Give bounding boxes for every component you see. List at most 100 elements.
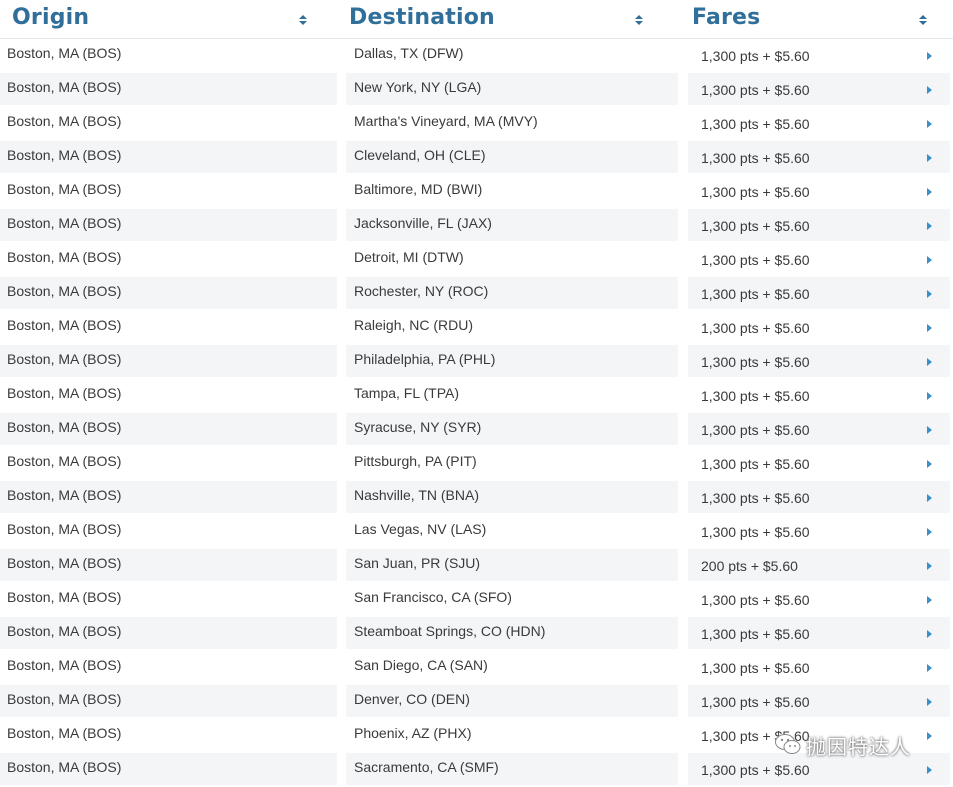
destination-text: Jacksonville, FL (JAX) bbox=[354, 215, 492, 231]
fare-text: 1,300 pts + $5.60 bbox=[701, 150, 810, 166]
chevron-right-icon[interactable] bbox=[927, 562, 932, 570]
fare-text: 1,300 pts + $5.60 bbox=[701, 286, 810, 302]
destination-text: Steamboat Springs, CO (HDN) bbox=[354, 623, 546, 639]
fare-cell[interactable]: 1,300 pts + $5.60 bbox=[688, 413, 950, 445]
fare-cell[interactable]: 1,300 pts + $5.60 bbox=[688, 379, 950, 411]
table-row[interactable]: Boston, MA (BOS) Tampa, FL (TPA) 1,300 pts… bbox=[0, 378, 953, 412]
table-row[interactable]: Boston, MA (BOS) Philadelphia, PA (PHL) 1,… bbox=[0, 344, 953, 378]
destination-text: Rochester, NY (ROC) bbox=[354, 283, 489, 299]
fare-text: 1,300 pts + $5.60 bbox=[701, 456, 810, 472]
table-row[interactable]: Boston, MA (BOS) New York, NY (LGA) 1,300 … bbox=[0, 72, 953, 106]
destination-text: San Francisco, CA (SFO) bbox=[354, 589, 512, 605]
fare-cell[interactable]: 1,300 pts + $5.60 bbox=[688, 685, 950, 717]
origin-cell: Boston, MA (BOS) bbox=[0, 175, 337, 207]
fare-cell[interactable]: 1,300 pts + $5.60 bbox=[688, 73, 950, 105]
origin-text: Boston, MA (BOS) bbox=[7, 181, 122, 197]
fare-cell[interactable]: 1,300 pts + $5.60 bbox=[688, 39, 950, 71]
table-row[interactable]: Boston, MA (BOS) Nashville, TN (BNA) 1,300… bbox=[0, 480, 953, 514]
origin-cell: Boston, MA (BOS) bbox=[0, 549, 337, 581]
table-row[interactable]: Boston, MA (BOS) San Diego, CA (SAN) 1,300… bbox=[0, 650, 953, 684]
table-row[interactable]: Boston, MA (BOS) Sacramento, CA (SMF) 1,30… bbox=[0, 752, 953, 786]
chevron-right-icon[interactable] bbox=[927, 460, 932, 468]
chevron-right-icon[interactable] bbox=[927, 188, 932, 196]
origin-text: Boston, MA (BOS) bbox=[7, 555, 122, 571]
chevron-right-icon[interactable] bbox=[927, 324, 932, 332]
sort-icon[interactable] bbox=[299, 15, 307, 27]
chevron-right-icon[interactable] bbox=[927, 290, 932, 298]
chevron-right-icon[interactable] bbox=[927, 358, 932, 366]
origin-cell: Boston, MA (BOS) bbox=[0, 651, 337, 683]
table-row[interactable]: Boston, MA (BOS) San Juan, PR (SJU) 200 pt… bbox=[0, 548, 953, 582]
table-row[interactable]: Boston, MA (BOS) Phoenix, AZ (PHX) 1,300 p… bbox=[0, 718, 953, 752]
destination-column-header[interactable]: Destination bbox=[346, 0, 678, 38]
destination-text: Dallas, TX (DFW) bbox=[354, 45, 464, 61]
fare-cell[interactable]: 1,300 pts + $5.60 bbox=[688, 243, 950, 275]
table-row[interactable]: Boston, MA (BOS) Las Vegas, NV (LAS) 1,300… bbox=[0, 514, 953, 548]
destination-text: San Juan, PR (SJU) bbox=[354, 555, 481, 571]
fare-text: 1,300 pts + $5.60 bbox=[701, 184, 810, 200]
fare-cell[interactable]: 200 pts + $5.60 bbox=[688, 549, 950, 581]
table-row[interactable]: Boston, MA (BOS) Steamboat Springs, CO (H… bbox=[0, 616, 953, 650]
chevron-right-icon[interactable] bbox=[927, 256, 932, 264]
origin-column-header[interactable]: Origin bbox=[0, 0, 337, 38]
chevron-right-icon[interactable] bbox=[927, 494, 932, 502]
chevron-right-icon[interactable] bbox=[927, 596, 932, 604]
table-row[interactable]: Boston, MA (BOS) San Francisco, CA (SFO) 1… bbox=[0, 582, 953, 616]
fare-text: 1,300 pts + $5.60 bbox=[701, 762, 810, 778]
chevron-right-icon[interactable] bbox=[927, 698, 932, 706]
fare-cell[interactable]: 1,300 pts + $5.60 bbox=[688, 107, 950, 139]
fare-cell[interactable]: 1,300 pts + $5.60 bbox=[688, 141, 950, 173]
destination-cell: Sacramento, CA (SMF) bbox=[346, 753, 678, 785]
chevron-right-icon[interactable] bbox=[927, 664, 932, 672]
fare-cell[interactable]: 1,300 pts + $5.60 bbox=[688, 617, 950, 649]
table-row[interactable]: Boston, MA (BOS) Baltimore, MD (BWI) 1,300… bbox=[0, 174, 953, 208]
origin-cell: Boston, MA (BOS) bbox=[0, 39, 337, 71]
chevron-right-icon[interactable] bbox=[927, 630, 932, 638]
destination-cell: Syracuse, NY (SYR) bbox=[346, 413, 678, 445]
chevron-right-icon[interactable] bbox=[927, 86, 932, 94]
origin-text: Boston, MA (BOS) bbox=[7, 589, 122, 605]
destination-cell: Jacksonville, FL (JAX) bbox=[346, 209, 678, 241]
fare-cell[interactable]: 1,300 pts + $5.60 bbox=[688, 209, 950, 241]
destination-text: Syracuse, NY (SYR) bbox=[354, 419, 482, 435]
chevron-right-icon[interactable] bbox=[927, 222, 932, 230]
fare-cell[interactable]: 1,300 pts + $5.60 bbox=[688, 481, 950, 513]
fare-cell[interactable]: 1,300 pts + $5.60 bbox=[688, 277, 950, 309]
fares-header-label: Fares bbox=[692, 5, 761, 30]
table-row[interactable]: Boston, MA (BOS) Pittsburgh, PA (PIT) 1,30… bbox=[0, 446, 953, 480]
destination-text: Baltimore, MD (BWI) bbox=[354, 181, 483, 197]
chevron-right-icon[interactable] bbox=[927, 426, 932, 434]
table-row[interactable]: Boston, MA (BOS) Rochester, NY (ROC) 1,300… bbox=[0, 276, 953, 310]
chevron-right-icon[interactable] bbox=[927, 52, 932, 60]
table-row[interactable]: Boston, MA (BOS) Raleigh, NC (RDU) 1,300 p… bbox=[0, 310, 953, 344]
chevron-right-icon[interactable] bbox=[927, 392, 932, 400]
fare-cell[interactable]: 1,300 pts + $5.60 bbox=[688, 175, 950, 207]
fare-cell[interactable]: 1,300 pts + $5.60 bbox=[688, 311, 950, 343]
fare-cell[interactable]: 1,300 pts + $5.60 bbox=[688, 719, 950, 751]
fare-cell[interactable]: 1,300 pts + $5.60 bbox=[688, 583, 950, 615]
fare-cell[interactable]: 1,300 pts + $5.60 bbox=[688, 447, 950, 479]
fares-column-header[interactable]: Fares bbox=[688, 0, 950, 38]
chevron-right-icon[interactable] bbox=[927, 766, 932, 774]
table-row[interactable]: Boston, MA (BOS) Martha's Vineyard, MA (M… bbox=[0, 106, 953, 140]
fare-cell[interactable]: 1,300 pts + $5.60 bbox=[688, 753, 950, 785]
table-row[interactable]: Boston, MA (BOS) Jacksonville, FL (JAX) 1,… bbox=[0, 208, 953, 242]
fare-cell[interactable]: 1,300 pts + $5.60 bbox=[688, 345, 950, 377]
fare-cell[interactable]: 1,300 pts + $5.60 bbox=[688, 515, 950, 547]
table-row[interactable]: Boston, MA (BOS) Syracuse, NY (SYR) 1,300 … bbox=[0, 412, 953, 446]
chevron-right-icon[interactable] bbox=[927, 528, 932, 536]
fare-cell[interactable]: 1,300 pts + $5.60 bbox=[688, 651, 950, 683]
fare-text: 1,300 pts + $5.60 bbox=[701, 116, 810, 132]
chevron-right-icon[interactable] bbox=[927, 120, 932, 128]
destination-text: Philadelphia, PA (PHL) bbox=[354, 351, 496, 367]
chevron-right-icon[interactable] bbox=[927, 732, 932, 740]
table-row[interactable]: Boston, MA (BOS) Cleveland, OH (CLE) 1,300… bbox=[0, 140, 953, 174]
table-row[interactable]: Boston, MA (BOS) Dallas, TX (DFW) 1,300 pt… bbox=[0, 38, 953, 72]
table-row[interactable]: Boston, MA (BOS) Detroit, MI (DTW) 1,300 p… bbox=[0, 242, 953, 276]
sort-icon[interactable] bbox=[919, 15, 927, 27]
sort-icon[interactable] bbox=[635, 15, 643, 27]
origin-cell: Boston, MA (BOS) bbox=[0, 447, 337, 479]
table-row[interactable]: Boston, MA (BOS) Denver, CO (DEN) 1,300 pt… bbox=[0, 684, 953, 718]
destination-cell: Raleigh, NC (RDU) bbox=[346, 311, 678, 343]
chevron-right-icon[interactable] bbox=[927, 154, 932, 162]
